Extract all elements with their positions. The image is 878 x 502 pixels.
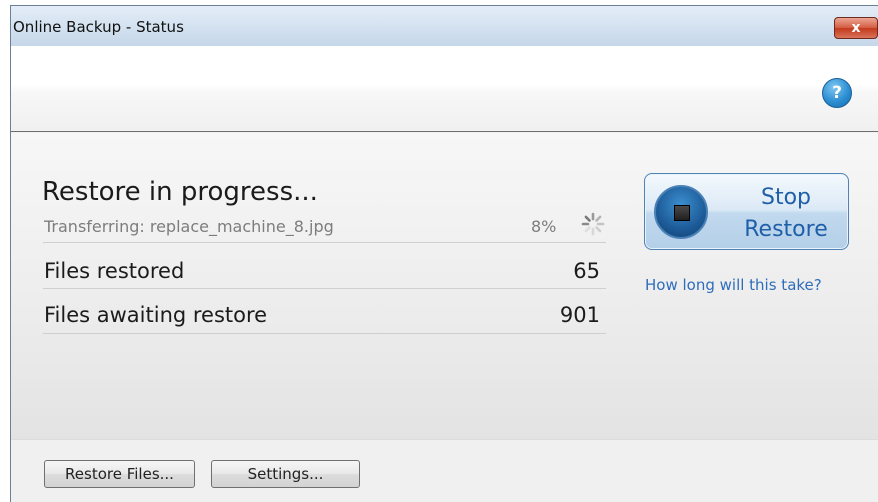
files-awaiting-value: 901	[559, 303, 600, 327]
divider	[43, 288, 606, 289]
divider	[43, 242, 606, 243]
files-restored-label: Files restored	[44, 259, 185, 283]
close-button[interactable]: x	[834, 17, 878, 39]
stop-label-line2: Restore	[744, 217, 828, 242]
divider	[43, 333, 606, 334]
files-restored-value: 65	[573, 259, 600, 283]
stop-label-line1: Stop	[760, 185, 811, 210]
header-band: ?	[11, 46, 878, 132]
footer-bar: Restore Files... Settings...	[11, 439, 878, 502]
status-heading: Restore in progress...	[42, 177, 318, 207]
status-panel: Restore in progress... Transferring: rep…	[11, 133, 878, 439]
stop-square-icon	[674, 205, 690, 221]
files-awaiting-label: Files awaiting restore	[44, 303, 268, 327]
stop-restore-label: Stop Restore	[731, 182, 841, 246]
transfer-percent: 8%	[531, 217, 557, 236]
settings-button[interactable]: Settings...	[211, 460, 360, 488]
how-long-link[interactable]: How long will this take?	[645, 276, 822, 294]
restore-files-button[interactable]: Restore Files...	[44, 460, 195, 488]
help-icon[interactable]: ?	[822, 78, 852, 108]
stop-icon	[654, 185, 708, 239]
status-window: Online Backup - Status x ? Restore in pr…	[10, 5, 878, 502]
window-title: Online Backup - Status	[13, 18, 184, 36]
close-icon: x	[851, 20, 861, 36]
transfer-filename: Transferring: replace_machine_8.jpg	[44, 217, 334, 236]
stop-restore-button[interactable]: Stop Restore	[644, 173, 849, 250]
spinner-icon	[581, 212, 605, 236]
title-bar[interactable]: Online Backup - Status x	[11, 6, 878, 46]
help-icon-glyph: ?	[832, 83, 842, 103]
